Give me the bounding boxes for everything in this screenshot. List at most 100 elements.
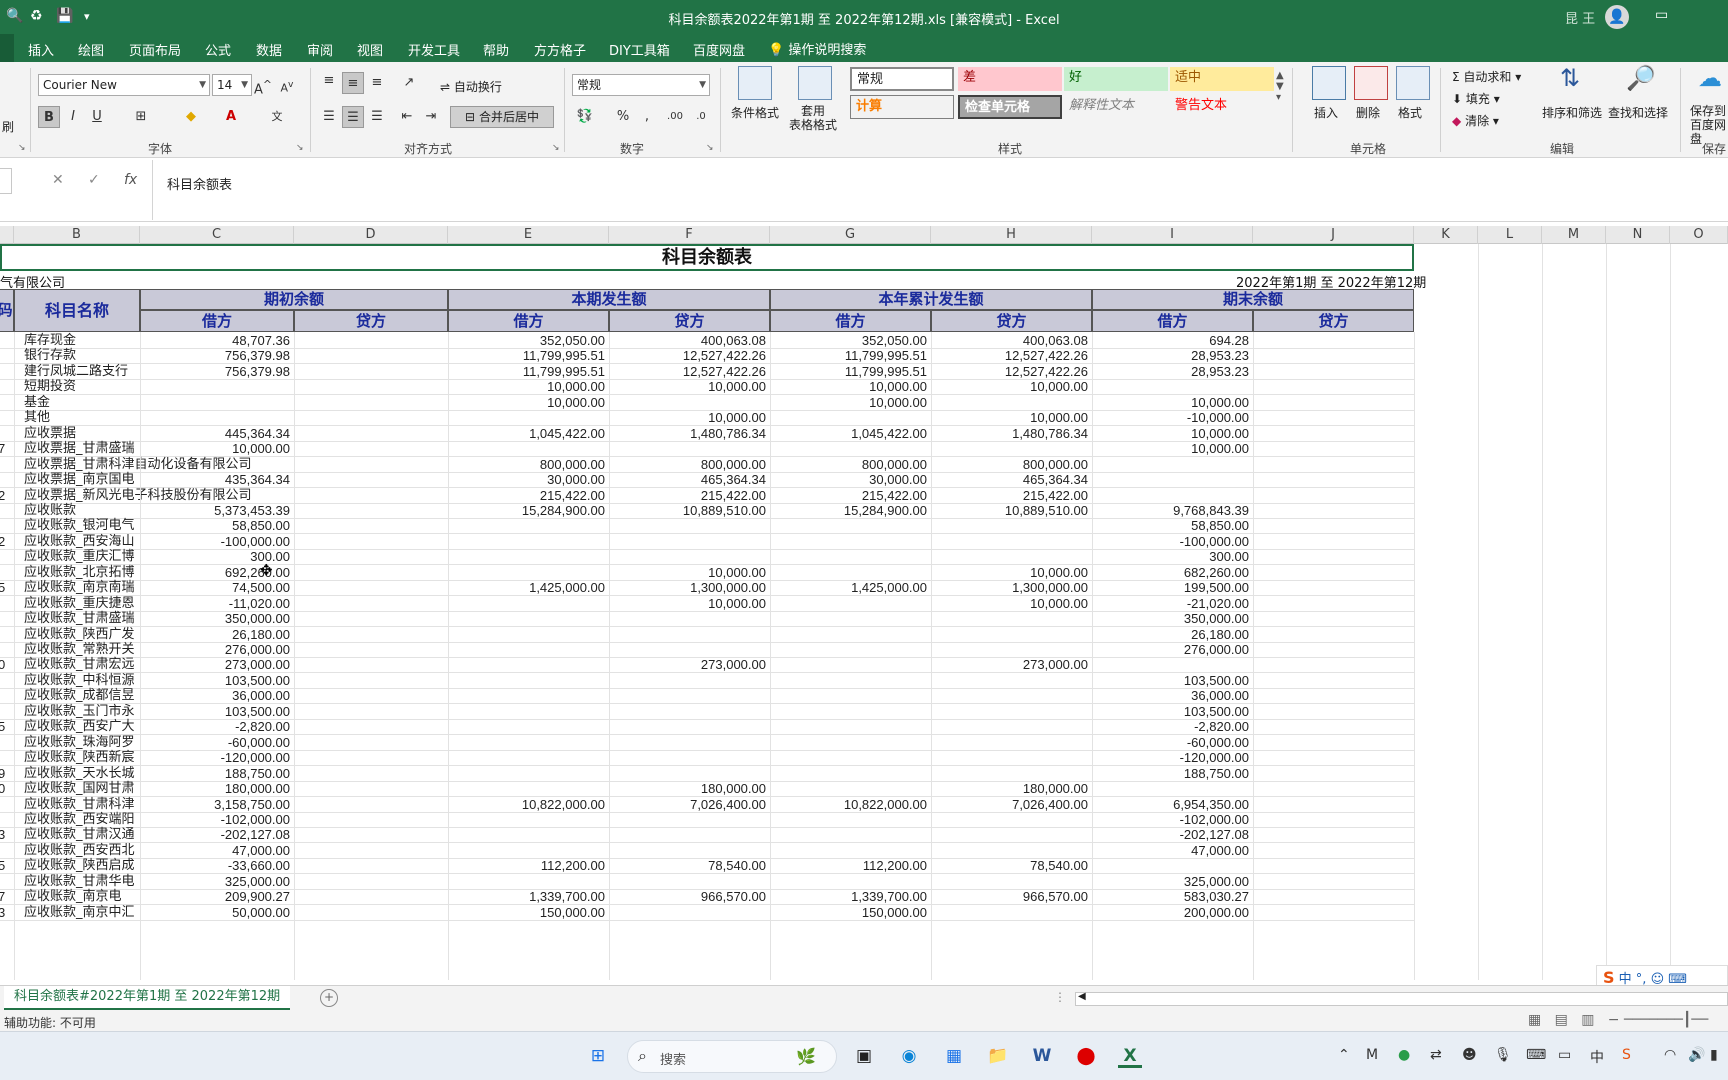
border-icon[interactable]: ⊞ bbox=[130, 106, 152, 128]
horizontal-scrollbar[interactable]: ◀ bbox=[1075, 991, 1728, 1006]
amount-cell[interactable]: -102,000.00 bbox=[140, 811, 290, 828]
amount-cell[interactable]: 12,527,422.26 bbox=[931, 347, 1088, 364]
amount-cell[interactable]: 1,480,786.34 bbox=[931, 425, 1088, 442]
column-header[interactable] bbox=[0, 226, 14, 244]
amount-cell[interactable]: 48,707.36 bbox=[140, 332, 290, 349]
styles-scroll-icon[interactable]: ▲ ▼ ▾ bbox=[1276, 70, 1284, 103]
amount-cell[interactable]: 47,000.00 bbox=[1092, 842, 1249, 859]
table-row[interactable]: 应收账款_西安端阳 -102,000.00 -102,000.00 bbox=[0, 811, 1414, 828]
amount-cell[interactable]: 5,373,453.39 bbox=[140, 502, 290, 519]
sheet-tab[interactable]: 科目余额表#2022年第1期 至 2022年第12期 bbox=[4, 986, 291, 1010]
row-code-fragment[interactable]: 5 bbox=[0, 718, 8, 735]
sort-filter-button[interactable]: 排序和筛选 bbox=[1542, 104, 1602, 121]
account-name-cell[interactable]: 应收账款_南京电 bbox=[24, 888, 140, 905]
amount-cell[interactable]: 10,000.00 bbox=[931, 564, 1088, 581]
row-code-fragment[interactable]: 3 bbox=[0, 904, 8, 921]
table-row[interactable]: 应收账款_陕西广发 26,180.00 26,180.00 bbox=[0, 626, 1414, 643]
amount-cell[interactable]: 26,180.00 bbox=[140, 626, 290, 643]
amount-cell[interactable]: 10,822,000.00 bbox=[770, 796, 927, 813]
amount-cell[interactable]: -202,127.08 bbox=[1092, 826, 1249, 843]
account-name-cell[interactable]: 应收账款_陕西启成 bbox=[24, 857, 140, 874]
table-row[interactable]: 应收账款_成都信昱 36,000.00 36,000.00 bbox=[0, 687, 1414, 705]
baidu-cloud-icon[interactable]: ☁ bbox=[1698, 64, 1722, 92]
amount-cell[interactable]: 800,000.00 bbox=[770, 456, 927, 473]
amount-cell[interactable]: 1,425,000.00 bbox=[770, 579, 927, 596]
sort-filter-icon[interactable]: ⇅ bbox=[1560, 64, 1580, 92]
amount-cell[interactable]: -202,127.08 bbox=[140, 826, 290, 843]
sub-header-debit[interactable]: 借方 bbox=[140, 310, 294, 332]
sub-header-credit[interactable]: 贷方 bbox=[931, 310, 1092, 332]
decrease-decimal-icon[interactable]: .0 bbox=[690, 106, 712, 128]
amount-cell[interactable]: 199,500.00 bbox=[1092, 579, 1249, 596]
zoom-out-icon[interactable]: − bbox=[1608, 1012, 1620, 1028]
clear-button[interactable]: ◆ 清除 ▾ bbox=[1452, 112, 1499, 129]
normal-view-icon[interactable]: ▦ bbox=[1528, 1012, 1541, 1028]
amount-cell[interactable]: 465,364.34 bbox=[609, 471, 766, 488]
table-row[interactable]: 应收账款_北京拓博 692,260.00 10,000.00 10,000.00 682… bbox=[0, 564, 1414, 581]
amount-cell[interactable]: 273,000.00 bbox=[609, 656, 766, 673]
accounting-format-icon[interactable]: 💱 bbox=[574, 106, 596, 128]
amount-cell[interactable]: 215,422.00 bbox=[931, 487, 1088, 504]
amount-cell[interactable]: 6,954,350.00 bbox=[1092, 796, 1249, 813]
account-name-cell[interactable]: 应收账款_甘肃盛瑞 bbox=[24, 610, 140, 627]
row-code-fragment[interactable]: 0 bbox=[0, 780, 8, 797]
amount-cell[interactable]: 180,000.00 bbox=[609, 780, 766, 797]
account-name-cell[interactable]: 应收账款_重庆汇博 bbox=[24, 548, 140, 565]
account-name-cell[interactable]: 应收票据_新风光电子科技股份有限公司 bbox=[24, 487, 424, 504]
amount-cell[interactable]: 180,000.00 bbox=[140, 780, 290, 797]
amount-cell[interactable]: 7,026,400.00 bbox=[609, 796, 766, 813]
italic-button[interactable]: I bbox=[62, 106, 84, 128]
table-row[interactable]: 建行凤城二路支行 756,379.98 11,799,995.51 12,527,42… bbox=[0, 363, 1414, 380]
amount-cell[interactable]: 12,527,422.26 bbox=[931, 363, 1088, 380]
code-header[interactable]: 码 bbox=[0, 289, 14, 332]
sub-header-credit[interactable]: 贷方 bbox=[294, 310, 448, 332]
style-good[interactable]: 好 bbox=[1064, 67, 1168, 91]
account-name-cell[interactable]: 库存现金 bbox=[24, 332, 140, 349]
underline-button[interactable]: U bbox=[86, 106, 108, 128]
account-name-cell[interactable]: 应收票据_甘肃科津自动化设备有限公司 bbox=[24, 456, 424, 473]
amount-cell[interactable]: 10,000.00 bbox=[448, 394, 605, 411]
amount-cell[interactable]: 10,000.00 bbox=[931, 595, 1088, 612]
amount-cell[interactable]: 350,000.00 bbox=[140, 610, 290, 627]
account-name-cell[interactable]: 应收票据 bbox=[24, 425, 140, 442]
column-header[interactable]: M bbox=[1542, 226, 1606, 244]
column-header[interactable]: C bbox=[140, 226, 294, 244]
amount-cell[interactable]: 3,158,750.00 bbox=[140, 796, 290, 813]
account-name-cell[interactable]: 应收账款_国网甘肃 bbox=[24, 780, 140, 797]
amount-cell[interactable]: 200,000.00 bbox=[1092, 904, 1249, 921]
find-select-button[interactable]: 查找和选择 bbox=[1608, 104, 1668, 121]
group-header-period[interactable]: 本期发生额 bbox=[448, 289, 770, 310]
conditional-format-button[interactable]: 条件格式 bbox=[726, 104, 784, 121]
table-row[interactable]: 短期投资 10,000.00 10,000.00 10,000.00 10,000.00 bbox=[0, 378, 1414, 396]
column-header[interactable]: K bbox=[1414, 226, 1478, 244]
amount-cell[interactable]: 273,000.00 bbox=[140, 656, 290, 673]
account-name-cell[interactable]: 应收账款_天水长城 bbox=[24, 765, 140, 782]
account-name-cell[interactable]: 短期投资 bbox=[24, 378, 424, 395]
account-name-cell[interactable]: 应收账款_西安端阳 bbox=[24, 811, 140, 828]
amount-cell[interactable]: 400,063.08 bbox=[931, 332, 1088, 349]
wechat-icon[interactable]: ● bbox=[1398, 1047, 1410, 1063]
account-name-cell[interactable]: 应收账款_陕西新宸 bbox=[24, 749, 140, 766]
tab-baidu[interactable]: 百度网盘 bbox=[693, 40, 745, 59]
orientation-icon[interactable]: ↗ bbox=[398, 72, 420, 94]
table-row[interactable]: 2 应收账款_西安海山 -100,000.00 -100,000.00 bbox=[0, 533, 1414, 550]
account-name-cell[interactable]: 应收账款_成都信昱 bbox=[24, 687, 140, 704]
table-row[interactable]: 7 应收票据_甘肃盛瑞 10,000.00 10,000.00 bbox=[0, 440, 1414, 458]
table-row[interactable]: 应收账款_陕西新宸 -120,000.00 -120,000.00 bbox=[0, 749, 1414, 767]
table-row[interactable]: 应收账款_珠海阿罗 -60,000.00 -60,000.00 bbox=[0, 734, 1414, 751]
amount-cell[interactable]: 465,364.34 bbox=[931, 471, 1088, 488]
qq-icon[interactable]: ☻ bbox=[1462, 1047, 1477, 1063]
amount-cell[interactable]: 58,850.00 bbox=[1092, 517, 1249, 534]
word-icon[interactable]: W bbox=[1030, 1044, 1054, 1068]
tab-formulas[interactable]: 公式 bbox=[205, 40, 231, 59]
amount-cell[interactable]: 10,000.00 bbox=[931, 378, 1088, 395]
account-name-cell[interactable]: 应收账款_甘肃华电 bbox=[24, 873, 140, 890]
style-warning[interactable]: 警告文本 bbox=[1170, 95, 1274, 119]
table-row[interactable]: 库存现金 48,707.36 352,050.00 400,063.08 352,050… bbox=[0, 332, 1414, 349]
amount-cell[interactable]: 10,889,510.00 bbox=[931, 502, 1088, 519]
column-header[interactable]: F bbox=[609, 226, 770, 244]
column-header[interactable]: B bbox=[14, 226, 140, 244]
insert-cells-button[interactable]: 插入 bbox=[1314, 104, 1338, 121]
user-name[interactable]: 昆 王 bbox=[1565, 8, 1595, 27]
row-code-fragment[interactable]: 7 bbox=[0, 440, 8, 457]
